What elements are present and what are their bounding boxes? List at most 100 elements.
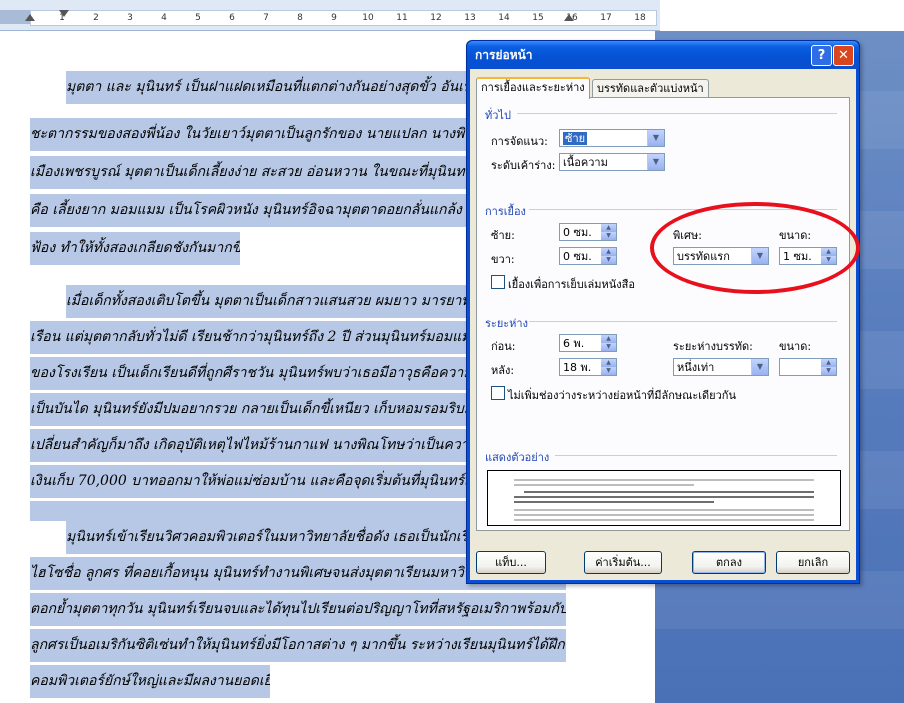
line-spacing-dropdown[interactable]: หนึ่งเท่า ▼ — [673, 358, 769, 376]
ruler-tick: 12 — [430, 13, 442, 23]
ruler-tick: 2 — [93, 13, 99, 23]
ruler-tick: 7 — [263, 13, 269, 23]
document-line[interactable]: คอมพิวเตอร์ยักษ์ใหญ่และมีผลงานยอดเยี่ยม — [30, 665, 270, 698]
ruler-tick: 9 — [331, 13, 337, 23]
dialog-titlebar[interactable]: การย่อหน้า ? ✕ — [467, 41, 859, 69]
highlight-ellipse-annotation — [650, 202, 860, 294]
spin-down-icon[interactable]: ▼ — [821, 367, 836, 375]
preview-line — [514, 484, 694, 486]
tab-line-and-page-breaks[interactable]: บรรทัดและตัวแบ่งหน้า — [592, 79, 709, 98]
dont-add-space-checkbox[interactable] — [491, 386, 505, 400]
ruler-tick: 18 — [634, 13, 646, 23]
alignment-label: การจัดแนว: — [491, 135, 548, 148]
mirror-indents-checkbox[interactable] — [491, 275, 505, 289]
outline-level-label: ระดับเค้าร่าง: — [491, 159, 556, 172]
preview-line — [514, 514, 814, 516]
chevron-down-icon[interactable]: ▼ — [647, 130, 664, 146]
spin-up-icon[interactable]: ▲ — [601, 224, 616, 232]
preview-line — [514, 509, 814, 511]
spin-up-icon[interactable]: ▲ — [601, 248, 616, 256]
first-line-indent-marker[interactable] — [59, 10, 69, 17]
spin-down-icon[interactable]: ▼ — [601, 232, 616, 240]
right-indent-value: 0 ซม. — [563, 250, 592, 263]
document-line[interactable]: เมื่อเด็กทั้งสองเติบโตขึ้น มุตตาเป็นเด็ก… — [66, 285, 466, 318]
outline-level-dropdown[interactable]: เนื้อความ ▼ — [559, 153, 665, 171]
document-line[interactable]: มุตตา และ มุนินทร์ เป็นฝาแฝดเหมือนที่แตก… — [66, 71, 466, 104]
document-line[interactable]: เป็นบันได มุนินทร์ยังมีปมอยากรวย กลายเป็… — [30, 393, 466, 426]
spin-up-icon[interactable]: ▲ — [821, 359, 836, 367]
document-line[interactable]: เรือน แต่มุตตากลับทั่วไม่ดี เรียนช้ากว่า… — [30, 321, 466, 354]
mirror-indents-label: เยื้องเพื่อการเย็บเล่มหนังสือ — [508, 278, 635, 291]
alignment-value: ซ้าย — [563, 132, 588, 145]
left-indent-label: ซ้าย: — [491, 229, 515, 242]
tab-indents-and-spacing[interactable]: การเยื้องและระยะห่าง — [476, 77, 590, 99]
spin-down-icon[interactable]: ▼ — [601, 367, 616, 375]
help-button[interactable]: ? — [811, 45, 832, 66]
spacing-after-value: 18 พ. — [563, 361, 592, 374]
spacing-after-label: หลัง: — [491, 364, 515, 377]
document-line[interactable]: ฟ้อง ทำให้ทั้งสองเกลียดชังกันมากขึ้น — [30, 232, 240, 265]
dont-add-space-label: ไม่เพิ่มช่องว่างระหว่างย่อหน้าที่มีลักษณ… — [508, 389, 736, 402]
preview-line — [524, 491, 814, 493]
ruler-tick: 13 — [464, 13, 476, 23]
line-spacing-at-label: ขนาด: — [779, 340, 812, 353]
chevron-down-icon[interactable]: ▼ — [647, 154, 664, 170]
dialog-title: การย่อหน้า — [475, 48, 533, 62]
line-spacing-value: หนึ่งเท่า — [677, 361, 715, 374]
document-line[interactable]: เปลี่ยนสำคัญก็มาถึง เกิดอุบัติเหตุไฟไหม้… — [30, 429, 466, 462]
group-divider — [555, 455, 837, 456]
preview-line — [514, 501, 714, 503]
alignment-dropdown[interactable]: ซ้าย ▼ — [559, 129, 665, 147]
spin-down-icon[interactable]: ▼ — [601, 343, 616, 351]
ruler-tick: 15 — [532, 13, 544, 23]
ruler-tick: 5 — [195, 13, 201, 23]
spin-up-icon[interactable]: ▲ — [601, 359, 616, 367]
spin-up-icon[interactable]: ▲ — [601, 335, 616, 343]
spacing-group-title: ระยะห่าง — [485, 317, 528, 330]
ruler-tick: 8 — [297, 13, 303, 23]
spin-down-icon[interactable]: ▼ — [601, 256, 616, 264]
document-line[interactable]: ลูกศรเป็นอเมริกันซิติเซ่นทำให้มุนินทร์ยิ… — [30, 629, 566, 662]
line-spacing-label: ระยะห่างบรรทัด: — [673, 340, 753, 353]
document-line[interactable]: ชะตากรรมของสองพี่น้อง ในวัยเยาว์มุตตาเป็… — [30, 118, 466, 151]
left-indent-value: 0 ซม. — [563, 226, 592, 239]
preview-line — [514, 496, 814, 498]
horizontal-ruler[interactable]: 1 2 3 4 5 6 7 8 9 10 11 12 13 14 15 16 1… — [0, 0, 660, 31]
document-line[interactable]: ของโรงเรียน เป็นเด็กเรียนดีที่ถูกศีราชวั… — [30, 357, 466, 390]
paragraph-preview — [487, 470, 841, 526]
document-line[interactable]: มุนินทร์เข้าเรียนวิศวคอมพิวเตอร์ในมหาวิท… — [66, 521, 466, 554]
spacing-before-spinner[interactable]: 6 พ. ▲ ▼ — [559, 334, 617, 352]
document-line-spacer — [30, 501, 466, 521]
ok-button[interactable]: ตกลง — [692, 551, 766, 574]
right-indent-marker[interactable] — [564, 14, 574, 21]
ruler-strip[interactable]: 1 2 3 4 5 6 7 8 9 10 11 12 13 14 15 16 1… — [30, 10, 657, 26]
general-group-title: ทั่วไป — [485, 109, 511, 122]
right-indent-spinner[interactable]: 0 ซม. ▲ ▼ — [559, 247, 617, 265]
document-line[interactable]: คือ เลี้ยงยาก มอมแมม เป็นโรคผิวหนัง มุนิ… — [30, 194, 466, 227]
outline-level-value: เนื้อความ — [563, 156, 608, 169]
document-line[interactable]: เงินเก็บ 70,000 บาทออกมาให้พ่อแม่ซ่อมบ้า… — [30, 465, 466, 498]
tabs-button[interactable]: แท็บ... — [476, 551, 546, 574]
set-default-button[interactable]: ค่าเริ่มต้น... — [584, 551, 662, 574]
spacing-after-spinner[interactable]: 18 พ. ▲ ▼ — [559, 358, 617, 376]
left-indent-marker[interactable] — [25, 14, 35, 21]
group-divider — [517, 113, 837, 114]
ruler-tick: 10 — [362, 13, 374, 23]
dialog-body: การเยื้องและระยะห่าง บรรทัดและตัวแบ่งหน้… — [470, 69, 856, 580]
preview-line — [514, 519, 814, 521]
chevron-down-icon[interactable]: ▼ — [751, 359, 768, 375]
indentation-group-title: การเยื้อง — [485, 205, 526, 218]
ruler-tick: 3 — [127, 13, 133, 23]
tab-panel: ทั่วไป การจัดแนว: ซ้าย ▼ ระดับเค้าร่าง: … — [476, 97, 850, 531]
group-divider — [529, 321, 837, 322]
preview-line — [514, 479, 814, 481]
left-indent-spinner[interactable]: 0 ซม. ▲ ▼ — [559, 223, 617, 241]
right-indent-label: ขวา: — [491, 253, 515, 266]
cancel-button[interactable]: ยกเลิก — [776, 551, 850, 574]
ruler-tick: 6 — [229, 13, 235, 23]
close-button[interactable]: ✕ — [833, 45, 854, 66]
document-line[interactable]: เมืองเพชรบูรณ์ มุตตาเป็นเด็กเลี้ยงง่าย ส… — [30, 156, 466, 189]
document-line[interactable]: ตอกย้ำมุตตาทุกวัน มุนินทร์เรียนจบและได้ท… — [30, 593, 566, 626]
ruler-tick: 14 — [498, 13, 510, 23]
line-spacing-at-spinner[interactable]: ▲ ▼ — [779, 358, 837, 376]
